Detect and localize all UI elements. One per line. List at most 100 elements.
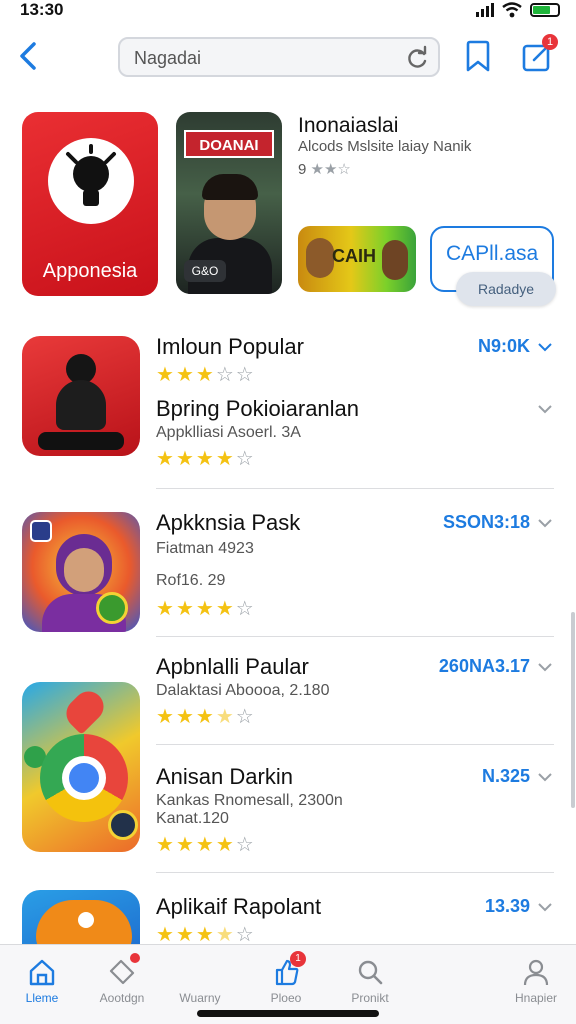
bookmark-icon[interactable] xyxy=(462,40,494,74)
star-icon: ★ xyxy=(195,834,216,856)
star-icon: ★ xyxy=(195,598,216,620)
tab-likes[interactable]: 1 Ploeo xyxy=(238,951,334,1015)
app-icon-fish[interactable] xyxy=(22,890,140,950)
coin-icon xyxy=(96,592,128,624)
star-icon: ★ xyxy=(175,448,196,470)
app-icon-chrome[interactable] xyxy=(22,682,140,852)
star-icon: ★ xyxy=(215,924,236,946)
app-subtitle: Appklliasi Asoerl. 3A xyxy=(156,424,301,441)
chess-piece-body xyxy=(56,380,106,430)
tab-badge: 1 xyxy=(290,951,306,967)
star-icon: ★ xyxy=(156,706,176,728)
chevron-down-icon[interactable] xyxy=(536,400,554,418)
star-icon: ★ xyxy=(175,924,196,946)
star-icon: ★ xyxy=(215,706,236,728)
tab-label: Ploeo xyxy=(270,991,302,1005)
featured-pill-button[interactable]: Radadye xyxy=(456,272,556,306)
search-placeholder: Nagadai xyxy=(134,48,202,68)
tab-label: Pronikt xyxy=(351,991,389,1005)
home-icon xyxy=(29,959,55,986)
app-rating-stars: ★★★★☆ xyxy=(156,596,256,621)
star-icon: ☆ xyxy=(235,364,256,386)
star-icon: ★ xyxy=(215,598,236,620)
app-name[interactable]: Aplikaif Rapolant xyxy=(156,894,321,920)
fish-eye xyxy=(78,912,94,928)
featured-rating-stars: ★★☆ xyxy=(310,161,351,178)
app-price[interactable]: N9:0K xyxy=(478,336,530,357)
divider xyxy=(156,636,554,637)
battery-icon xyxy=(530,3,560,17)
star-icon: ☆ xyxy=(235,834,256,856)
chevron-down-icon[interactable] xyxy=(536,768,554,786)
star-icon: ★ xyxy=(156,924,176,946)
bulb-bubble-icon xyxy=(48,138,134,224)
featured-subtitle: Alcods Mslsite laiay Nanik xyxy=(298,138,472,155)
star-icon: ☆ xyxy=(215,364,236,386)
divider xyxy=(156,872,554,873)
star-icon: ★ xyxy=(215,448,236,470)
chess-piece-base xyxy=(38,432,124,450)
signal-icon xyxy=(476,3,494,17)
tab-label: Wuarny xyxy=(179,991,221,1005)
app-rating-stars: ★★★☆☆ xyxy=(156,362,256,387)
featured-title: Inonaiaslai xyxy=(298,114,399,137)
featured-action-label: CAPll.asa xyxy=(446,242,539,265)
tab-wishlist[interactable]: Wuarny xyxy=(152,955,248,1015)
star-icon: ★ xyxy=(195,706,216,728)
tab-search[interactable]: Pronikt xyxy=(322,955,418,1015)
app-subtitle: Dalaktasi Aboooa, 2.180 xyxy=(156,682,330,699)
chrome-center xyxy=(69,763,99,793)
featured-rating-text: 9 xyxy=(298,161,307,178)
compose-button[interactable]: 1 xyxy=(520,34,558,74)
app-name[interactable]: Imloun Popular xyxy=(156,334,304,360)
app-rating-stars: ★★★★☆ xyxy=(156,446,256,471)
app-icon-girl[interactable] xyxy=(22,512,140,632)
divider xyxy=(156,744,554,745)
star-icon: ★ xyxy=(156,598,176,620)
photo-badge: G&O xyxy=(184,260,226,282)
status-icons xyxy=(476,2,560,18)
app-name[interactable]: Bpring Pokioiaranlan xyxy=(156,396,359,422)
tab-profile[interactable]: Hnapier xyxy=(488,955,576,1015)
featured-game-card[interactable]: CAIH xyxy=(298,226,416,292)
star-icon: ★ xyxy=(156,364,176,386)
home-indicator[interactable] xyxy=(197,1010,379,1017)
app-price[interactable]: N.325 xyxy=(482,766,530,787)
scrollbar[interactable] xyxy=(571,612,575,808)
star-icon: ★ xyxy=(175,834,196,856)
star-icon: ★ xyxy=(195,364,216,386)
app-name[interactable]: Anisan Darkin xyxy=(156,764,293,790)
app-rating-stars: ★★★★☆ xyxy=(156,832,256,857)
search-input[interactable]: Nagadai xyxy=(118,37,440,77)
chevron-down-icon[interactable] xyxy=(536,658,554,676)
chevron-down-icon[interactable] xyxy=(536,514,554,532)
status-time: 13:30 xyxy=(20,0,64,19)
app-icon-chess[interactable] xyxy=(22,336,140,456)
map-pin-icon xyxy=(60,685,110,735)
search-icon xyxy=(358,960,383,985)
star-icon: ★ xyxy=(156,448,176,470)
back-chevron-icon[interactable] xyxy=(14,38,42,74)
wifi-icon xyxy=(502,2,522,18)
app-name[interactable]: Apbnlalli Paular xyxy=(156,654,309,680)
character-left xyxy=(306,238,334,278)
app-price[interactable]: 260NA3.17 xyxy=(439,656,530,677)
star-icon: ★ xyxy=(195,448,216,470)
app-subtitle: Kanat.120 xyxy=(156,810,229,827)
chevron-down-icon[interactable] xyxy=(536,898,554,916)
person-hair xyxy=(202,174,258,200)
star-icon: ★ xyxy=(195,924,216,946)
seal-icon xyxy=(108,810,138,840)
app-subtitle: Rof16. 29 xyxy=(156,572,226,589)
app-price[interactable]: 13.39 xyxy=(485,896,530,917)
featured-app-tile[interactable]: Apponesia xyxy=(22,112,158,296)
featured-photo-card[interactable]: DOANAI G&O xyxy=(176,112,282,294)
chevron-down-icon[interactable] xyxy=(536,338,554,356)
featured-rating: 9 ★★☆ xyxy=(298,160,351,178)
photo-banner: DOANAI xyxy=(184,130,274,158)
app-subtitle: Kankas Rnomesall, 2300n xyxy=(156,792,343,809)
status-bar: 13:30 xyxy=(0,0,576,20)
app-name[interactable]: Apkknsia Pask xyxy=(156,510,300,536)
reload-icon[interactable] xyxy=(404,45,430,71)
app-price[interactable]: SSON3:18 xyxy=(443,512,530,533)
